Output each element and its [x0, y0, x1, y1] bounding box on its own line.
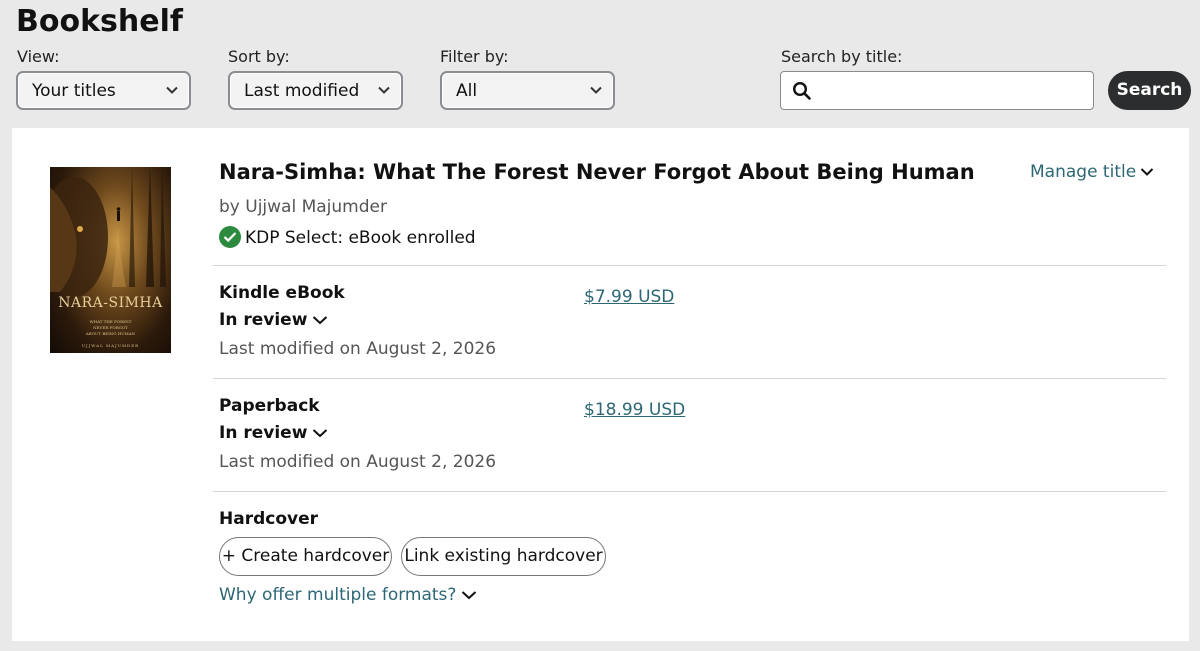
- filter-select[interactable]: All: [440, 71, 615, 110]
- why-formats-label: Why offer multiple formats?: [219, 585, 457, 605]
- format-name: Hardcover: [219, 509, 319, 529]
- why-formats-toggle[interactable]: Why offer multiple formats?: [219, 585, 477, 605]
- view-select-value: Your titles: [32, 81, 116, 101]
- cover-author: UJJWAL MAJUMDER: [81, 343, 140, 348]
- format-modified: Last modified on August 2, 2026: [219, 452, 497, 472]
- search-icon: [792, 81, 811, 100]
- chevron-down-icon: [1140, 168, 1154, 176]
- kdp-status: KDP Select: eBook enrolled: [219, 226, 476, 248]
- search-input[interactable]: [780, 71, 1094, 110]
- chevron-down-icon: [313, 429, 328, 438]
- filter-label: Filter by:: [440, 47, 509, 66]
- chevron-down-icon: [166, 86, 178, 94]
- format-status-toggle[interactable]: In review: [219, 310, 328, 330]
- price-link[interactable]: $7.99 USD: [584, 287, 674, 307]
- book-author: by Ujjwal Majumder: [219, 197, 387, 217]
- format-status-label: In review: [219, 423, 308, 443]
- format-status-toggle[interactable]: In review: [219, 423, 328, 443]
- chevron-down-icon: [378, 86, 390, 94]
- sort-label: Sort by:: [228, 47, 290, 66]
- format-status-label: In review: [219, 310, 308, 330]
- book-cover[interactable]: NARA-SIMHA WHAT THE FOREST NEVER FORGOT …: [50, 167, 171, 353]
- divider: [213, 378, 1166, 379]
- search-label: Search by title:: [781, 47, 903, 66]
- manage-title-button[interactable]: Manage title: [1030, 162, 1154, 182]
- search-button[interactable]: Search: [1108, 71, 1191, 110]
- price-link[interactable]: $18.99 USD: [584, 400, 685, 420]
- book-title: Nara-Simha: What The Forest Never Forgot…: [219, 160, 975, 184]
- book-card: NARA-SIMHA WHAT THE FOREST NEVER FORGOT …: [12, 128, 1189, 641]
- link-hardcover-button[interactable]: Link existing hardcover: [401, 537, 606, 576]
- cover-subtitle: WHAT THE FOREST NEVER FORGOT ABOUT BEING…: [85, 319, 136, 336]
- cover-title: NARA-SIMHA: [58, 295, 163, 311]
- sort-select-value: Last modified: [244, 81, 360, 101]
- kdp-status-text: KDP Select: eBook enrolled: [245, 228, 476, 248]
- format-name: Paperback: [219, 396, 320, 416]
- divider: [213, 491, 1166, 492]
- check-circle-icon: [219, 226, 241, 248]
- create-hardcover-button[interactable]: + Create hardcover: [219, 537, 392, 576]
- chevron-down-icon: [462, 591, 477, 600]
- format-name: Kindle eBook: [219, 283, 345, 303]
- divider: [213, 265, 1166, 266]
- chevron-down-icon: [313, 316, 328, 325]
- filter-select-value: All: [456, 81, 478, 101]
- format-modified: Last modified on August 2, 2026: [219, 339, 497, 359]
- page-title: Bookshelf: [16, 4, 183, 39]
- view-label: View:: [17, 47, 60, 66]
- chevron-down-icon: [590, 86, 602, 94]
- sort-select[interactable]: Last modified: [228, 71, 403, 110]
- manage-title-label: Manage title: [1030, 162, 1137, 182]
- view-select[interactable]: Your titles: [16, 71, 191, 110]
